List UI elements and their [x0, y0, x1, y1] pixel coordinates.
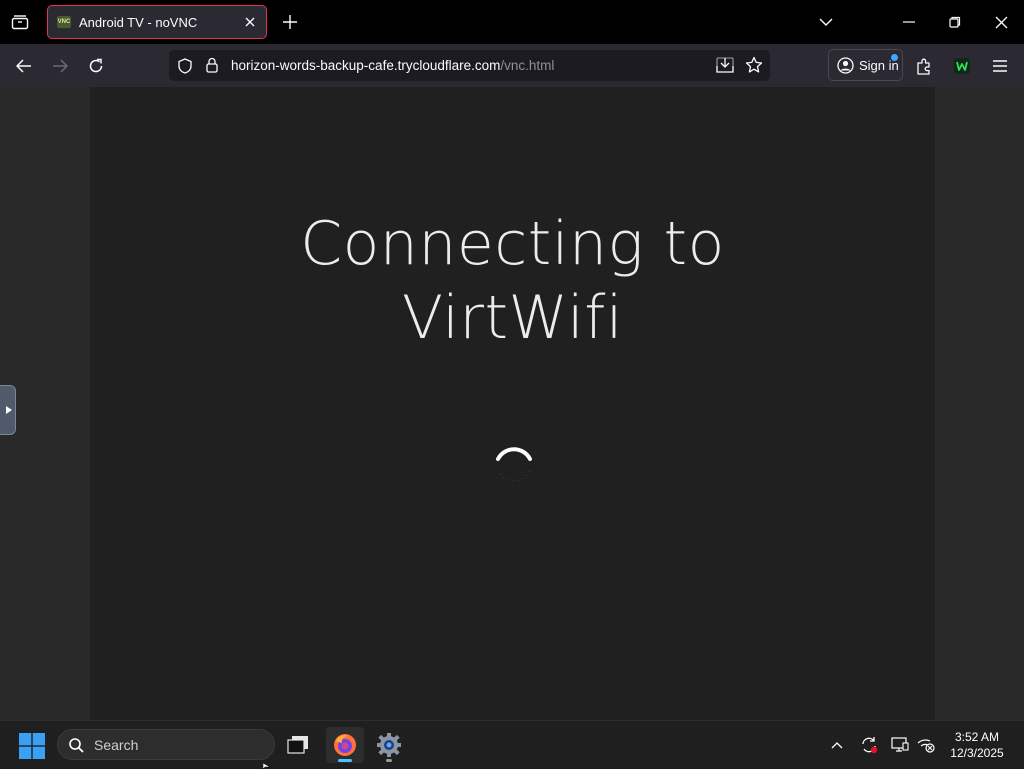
notification-dot [891, 54, 898, 61]
running-app-indicator [386, 759, 392, 762]
clock-time: 3:52 AM [954, 730, 1000, 744]
file-explorer-icon [287, 736, 308, 754]
windows-taskbar: Search 3:52 AM 12/3/2025 [0, 720, 1024, 769]
novnc-control-bar-handle[interactable] [0, 385, 16, 435]
list-all-tabs-button[interactable] [812, 8, 840, 36]
vnc-favicon-icon: VNC [57, 16, 71, 28]
settings-gear-icon [377, 733, 401, 757]
taskbar-settings[interactable] [370, 727, 408, 763]
account-icon [837, 56, 854, 74]
app-menu-button[interactable] [987, 53, 1013, 79]
firefox-icon [334, 734, 356, 756]
navigation-toolbar: horizon-words-backup-cafe.trycloudflare.… [0, 44, 1024, 87]
tab-list-icon [11, 15, 29, 30]
sync-icon [862, 737, 878, 754]
search-icon [69, 738, 84, 753]
close-window-button[interactable] [987, 8, 1015, 36]
heading-line-1: Connecting to [300, 209, 725, 279]
tab-close-button[interactable] [242, 14, 258, 30]
spinner-icon [496, 447, 532, 482]
extensions-button[interactable] [911, 53, 937, 79]
search-placeholder: Search [94, 737, 139, 753]
display-icon [891, 737, 909, 752]
vnc-remote-screen[interactable]: Connecting to VirtWifi [90, 87, 935, 720]
chevron-up-icon [831, 741, 843, 748]
url-domain: horizon-words-backup-cafe.trycloudflare.… [231, 58, 501, 73]
reload-button[interactable] [83, 53, 109, 79]
tray-display[interactable] [890, 735, 910, 755]
forward-icon [53, 59, 68, 73]
shield-icon[interactable] [178, 58, 192, 74]
star-icon[interactable] [745, 56, 763, 74]
taskbar-firefox[interactable] [326, 727, 364, 763]
plus-icon [283, 15, 297, 29]
taskbar-file-explorer[interactable] [279, 727, 317, 763]
back-button[interactable] [11, 53, 37, 79]
active-app-indicator [338, 759, 352, 762]
extensions-icon [917, 58, 930, 75]
close-icon [245, 17, 255, 27]
minimize-button[interactable] [895, 8, 923, 36]
tab-list-button[interactable] [8, 11, 32, 33]
heading-line-2: VirtWifi [401, 283, 624, 353]
tab-title: Android TV - noVNC [79, 14, 198, 30]
menu-icon [993, 60, 1007, 72]
taskbar-clock[interactable]: 3:52 AM 12/3/2025 [940, 729, 1014, 761]
save-page-icon[interactable] [716, 57, 734, 73]
new-tab-button[interactable] [280, 12, 300, 32]
minimize-icon [903, 21, 915, 23]
show-hidden-icons-button[interactable] [827, 735, 847, 755]
back-icon [16, 59, 31, 73]
url-text[interactable]: horizon-words-backup-cafe.trycloudflare.… [231, 58, 554, 73]
novnc-page: Connecting to VirtWifi [0, 87, 1024, 720]
sign-in-button[interactable]: Sign in [828, 49, 903, 81]
taskbar-search-box[interactable]: Search [57, 729, 275, 760]
forward-button[interactable] [47, 53, 73, 79]
windows-start-icon[interactable] [19, 733, 45, 759]
clock-date: 12/3/2025 [950, 746, 1004, 760]
address-bar[interactable]: horizon-words-backup-cafe.trycloudflare.… [169, 50, 770, 81]
mouse-cursor-icon [263, 763, 270, 769]
url-path: /vnc.html [500, 58, 555, 73]
restore-icon [949, 16, 961, 28]
browser-titlebar: VNC Android TV - noVNC [0, 0, 1024, 44]
tray-network[interactable] [916, 735, 936, 755]
extension-w-button[interactable] [949, 53, 975, 79]
expand-arrow-icon [6, 406, 12, 414]
network-icon [917, 739, 935, 753]
tray-sync[interactable] [859, 735, 879, 755]
tab-android-tv[interactable]: VNC Android TV - noVNC [47, 5, 267, 39]
reload-icon [89, 58, 103, 73]
restore-button[interactable] [941, 8, 969, 36]
lock-icon[interactable] [206, 57, 218, 73]
connecting-heading: Connecting to VirtWifi [90, 207, 935, 355]
extension-w-icon [954, 58, 970, 74]
chevron-down-icon [819, 18, 833, 26]
close-icon [995, 16, 1007, 28]
